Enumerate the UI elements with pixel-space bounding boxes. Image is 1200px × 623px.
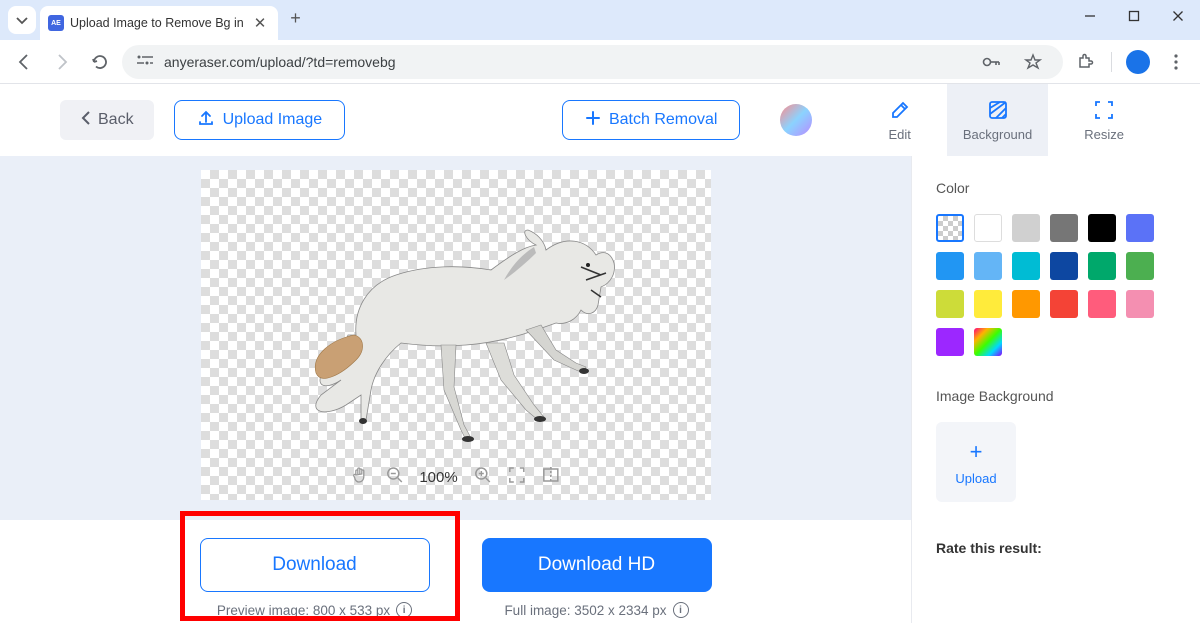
canvas-area: 100% [0,156,911,520]
batch-removal-label: Batch Removal [609,111,718,129]
color-swatch-red[interactable] [1050,290,1078,318]
color-swatch-rainbow[interactable] [974,328,1002,356]
download-button[interactable]: Download [200,538,430,592]
color-swatch-lightgray[interactable] [1012,214,1040,242]
browser-titlebar: AE Upload Image to Remove Bg in ✕ + [0,0,1200,40]
download-meta: Preview image: 800 x 533 px i [217,602,412,618]
plus-icon [585,110,601,131]
color-swatch-black[interactable] [1088,214,1116,242]
zoom-in-icon[interactable] [474,466,492,489]
color-section-label: Color [936,180,1176,196]
site-settings-icon[interactable] [136,53,154,70]
url-bar[interactable]: anyeraser.com/upload/?td=removebg [122,45,1063,79]
tool-tab-background-label: Background [963,127,1032,142]
main: 100% Download [0,156,1200,623]
color-swatch-indigo[interactable] [1126,214,1154,242]
tool-tab-edit[interactable]: Edit [872,84,926,156]
upload-image-label: Upload Image [223,111,323,129]
color-swatch-lightpink[interactable] [1126,290,1154,318]
color-swatch-lime[interactable] [936,290,964,318]
color-swatch-white[interactable] [974,214,1002,242]
browser-tab[interactable]: AE Upload Image to Remove Bg in ✕ [40,6,278,40]
zoom-value: 100% [419,469,457,486]
tool-tab-edit-label: Edit [888,127,910,142]
nav-forward-button[interactable] [46,46,78,78]
color-grid [936,214,1176,356]
color-swatch-transparent[interactable] [936,214,964,242]
kebab-menu-icon[interactable] [1160,46,1192,78]
window-controls [1068,0,1200,32]
workspace: 100% Download [0,156,912,623]
close-window-button[interactable] [1156,0,1200,32]
pan-hand-icon[interactable] [351,465,369,490]
image-background-label: Image Background [936,388,1176,404]
back-button[interactable]: Back [60,100,154,140]
profile-avatar[interactable] [1122,46,1154,78]
back-label: Back [98,111,134,129]
tool-tab-resize[interactable]: Resize [1068,84,1140,156]
tool-tab-background[interactable]: Background [947,84,1048,156]
color-swatch-green[interactable] [1126,252,1154,280]
download-hd-meta: Full image: 3502 x 2334 px i [504,602,688,618]
bookmark-star-icon[interactable] [1017,46,1049,78]
color-swatch-purple[interactable] [936,328,964,356]
user-avatar[interactable] [780,104,812,136]
info-icon[interactable]: i [673,602,689,618]
nav-back-button[interactable] [8,46,40,78]
browser-toolbar: anyeraser.com/upload/?td=removebg [0,40,1200,84]
color-swatch-skyblue[interactable] [974,252,1002,280]
color-swatch-gray[interactable] [1050,214,1078,242]
upload-image-button[interactable]: Upload Image [174,100,346,140]
zoom-out-icon[interactable] [385,466,403,489]
tool-tab-resize-label: Resize [1084,127,1124,142]
color-swatch-teal[interactable] [1088,252,1116,280]
maximize-button[interactable] [1112,0,1156,32]
tab-close-icon[interactable]: ✕ [250,14,271,32]
url-text: anyeraser.com/upload/?td=removebg [164,54,965,70]
color-swatch-navy[interactable] [1050,252,1078,280]
plus-icon: + [970,439,983,465]
download-row: Download Preview image: 800 x 533 px i D… [0,520,911,623]
download-label: Download [272,554,357,576]
password-key-icon[interactable] [975,46,1007,78]
tab-title: Upload Image to Remove Bg in [70,16,244,30]
color-swatch-orange[interactable] [1012,290,1040,318]
rate-label: Rate this result: [936,540,1176,556]
color-swatch-cyan[interactable] [1012,252,1040,280]
download-hd-button[interactable]: Download HD [482,538,712,592]
download-hd-label: Download HD [538,554,655,576]
reload-button[interactable] [84,46,116,78]
upload-icon [197,109,215,132]
color-swatch-blue[interactable] [936,252,964,280]
extensions-icon[interactable] [1069,46,1101,78]
canvas-frame[interactable]: 100% [201,170,711,500]
sidebar: Color Image Background + Upload Rate thi… [912,156,1200,623]
toolbar-divider [1111,52,1112,72]
info-icon[interactable]: i [396,602,412,618]
upload-tile-label: Upload [955,471,996,486]
result-image [266,195,646,475]
download-col: Download Preview image: 800 x 533 px i [200,538,430,618]
upload-background-tile[interactable]: + Upload [936,422,1016,502]
batch-removal-button[interactable]: Batch Removal [562,100,741,140]
chevron-left-icon [80,111,92,130]
download-hd-col: Download HD Full image: 3502 x 2334 px i [482,538,712,618]
color-swatch-yellow[interactable] [974,290,1002,318]
compare-icon[interactable] [542,466,560,489]
new-tab-button[interactable]: + [278,8,313,29]
minimize-button[interactable] [1068,0,1112,32]
fullscreen-icon[interactable] [508,466,526,489]
tab-favicon: AE [48,15,64,31]
color-swatch-pink[interactable] [1088,290,1116,318]
app-header: Back Upload Image Batch Removal Edit Bac… [0,84,1200,156]
tab-switcher-button[interactable] [8,6,36,34]
zoom-toolbar: 100% [351,465,559,490]
